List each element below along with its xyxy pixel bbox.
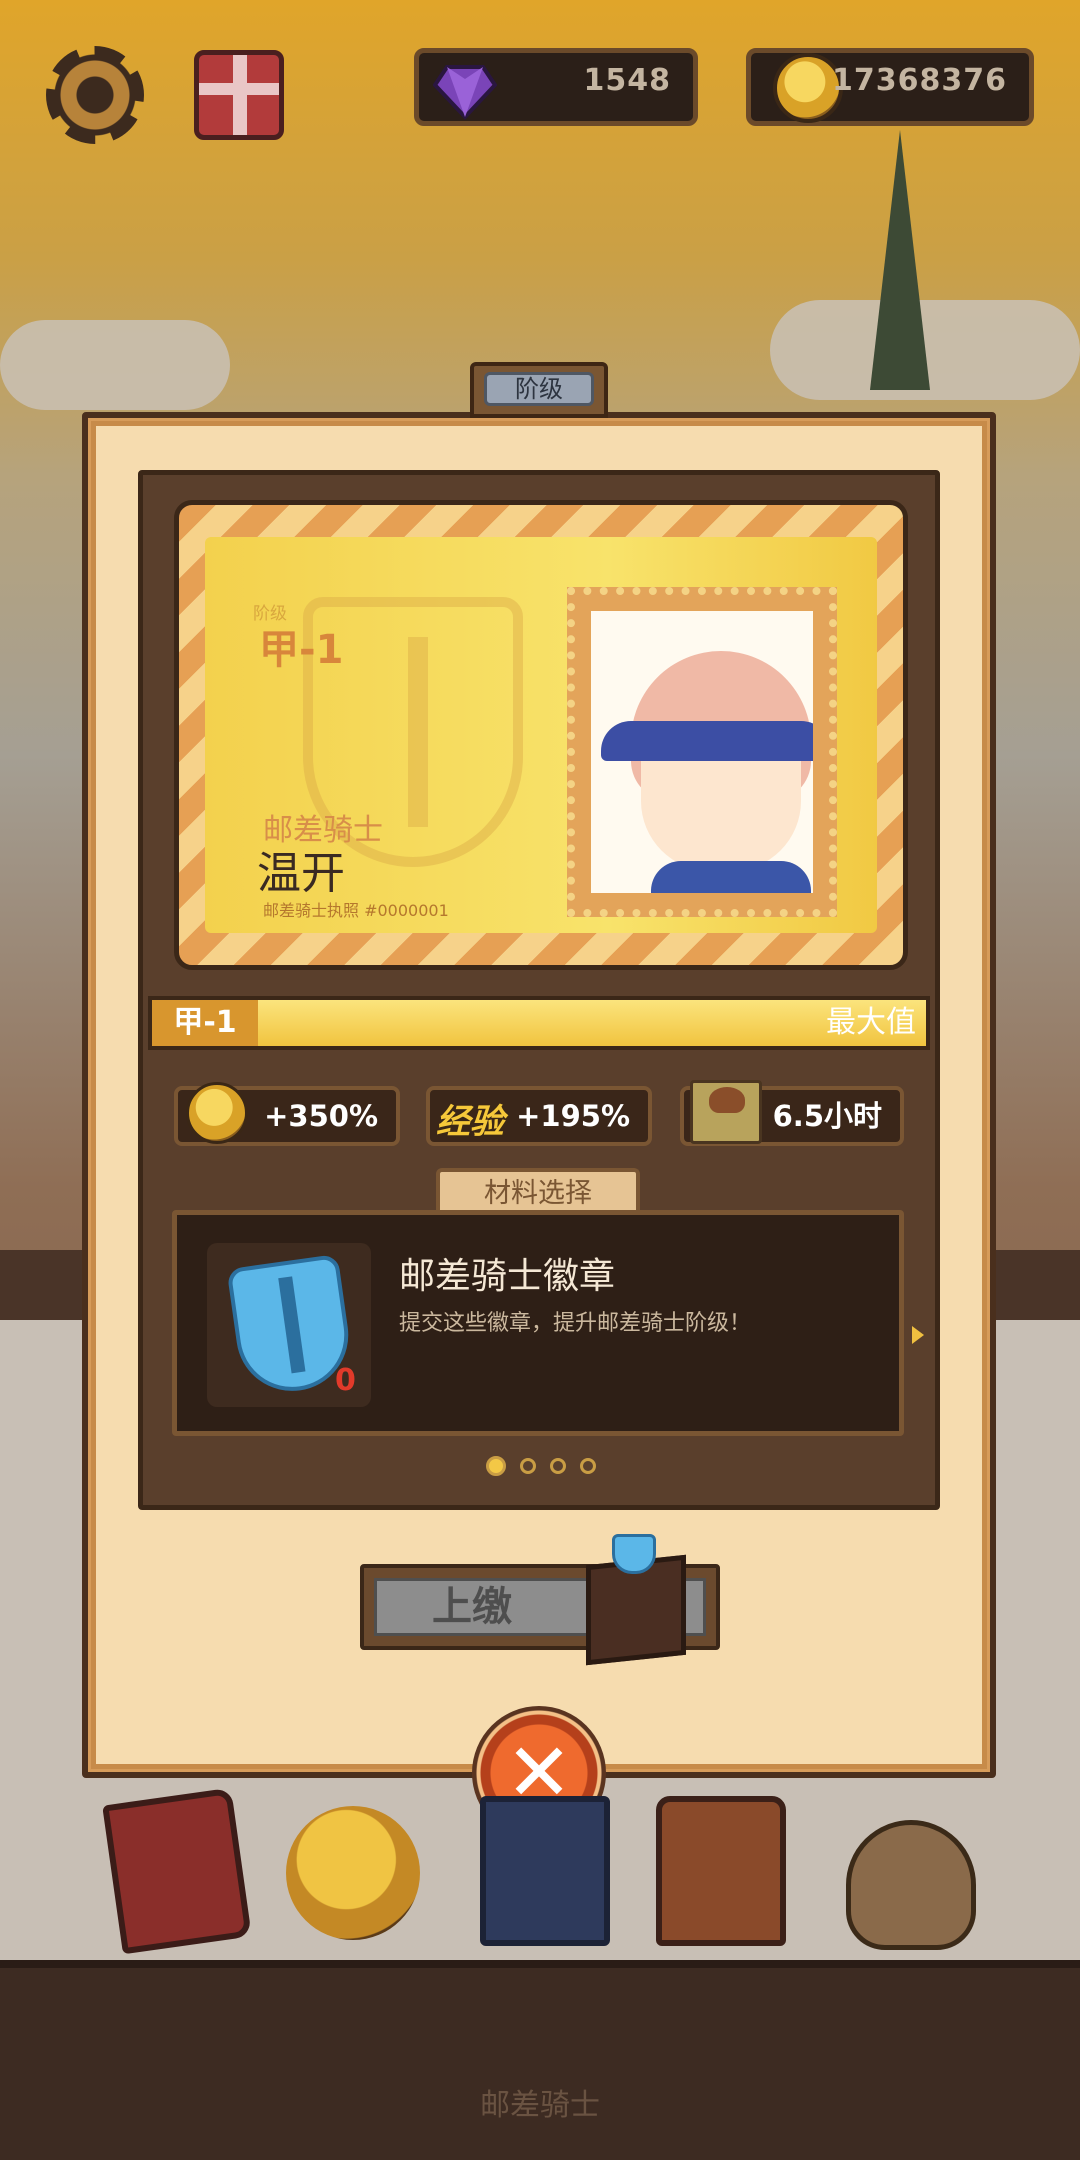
card-rank: 甲-1: [259, 627, 344, 673]
coin-icon: [186, 1082, 248, 1144]
progress-fill: [152, 1000, 926, 1046]
stat-coin-bonus: +350%: [174, 1082, 400, 1146]
submit-label: 上缴: [432, 1584, 512, 1630]
material-tab: 材料选择: [436, 1168, 640, 1216]
stat-time: 6.5小时: [680, 1080, 904, 1146]
stat-time-value: 6.5小时: [772, 1099, 882, 1133]
wooden-floor: [0, 1960, 1080, 2160]
portrait-body: [651, 861, 811, 893]
gem-count: 1548: [583, 63, 671, 98]
book-icon[interactable]: [102, 1787, 252, 1955]
rank-progress-bar: 甲-1 最大值: [148, 996, 930, 1050]
crate-icon: [690, 1080, 762, 1144]
material-description: 提交这些徽章，提升邮差骑士阶级！: [399, 1311, 752, 1336]
stat-exp-value: +195%: [516, 1099, 630, 1133]
page-dots: [486, 1456, 596, 1476]
character-portrait: [591, 611, 813, 893]
portrait-visor: [601, 721, 813, 761]
portrait-stamp: [567, 587, 837, 917]
coin-counter: 17368376: [746, 48, 1034, 126]
gift-icon[interactable]: [194, 50, 284, 140]
panel-title: 阶级: [484, 372, 594, 406]
progress-max-label: 最大值: [826, 1005, 916, 1040]
page-dot[interactable]: [520, 1458, 536, 1474]
panel-title-tab: 阶级: [470, 362, 608, 418]
portrait-face: [641, 761, 801, 871]
stat-coin-value: +350%: [264, 1099, 378, 1133]
page-dot[interactable]: [580, 1458, 596, 1474]
knight-badge-icon: [612, 1534, 656, 1574]
gem-icon: [433, 65, 497, 120]
material-card[interactable]: 0 邮差骑士徽章 提交这些徽章，提升邮差骑士阶级！: [172, 1210, 904, 1436]
progress-level: 甲-1: [152, 1000, 258, 1046]
treasure-icon[interactable]: [846, 1820, 976, 1950]
material-slot[interactable]: 0: [207, 1243, 371, 1407]
coin-count: 17368376: [832, 63, 1007, 98]
material-count: 0: [335, 1363, 356, 1398]
page-dot[interactable]: [550, 1458, 566, 1474]
page-dot[interactable]: [486, 1456, 506, 1476]
next-material-arrow-icon[interactable]: [912, 1326, 924, 1344]
cloud: [0, 320, 230, 410]
license-card: 阶级 甲-1 邮差骑士 温开 邮差骑士执照 #0000001: [174, 500, 908, 970]
character-name: 温开: [257, 848, 345, 899]
material-title: 邮差骑士徽章: [399, 1256, 616, 1297]
license-number: 邮差骑士执照 #0000001: [263, 901, 449, 920]
medal-icon[interactable]: [286, 1806, 420, 1940]
exp-icon: 经验: [436, 1102, 504, 1142]
bottom-nav-label: 邮差骑士: [480, 2088, 600, 2123]
card-icon[interactable]: [480, 1796, 610, 1946]
tower: [870, 130, 930, 390]
gem-counter: 1548: [414, 48, 698, 126]
card-face: 阶级 甲-1 邮差骑士 温开 邮差骑士执照 #0000001: [205, 537, 877, 933]
bag-icon[interactable]: [656, 1796, 786, 1946]
stat-exp-bonus: 经验 +195%: [426, 1086, 652, 1146]
settings-gear-icon[interactable]: [46, 46, 144, 144]
